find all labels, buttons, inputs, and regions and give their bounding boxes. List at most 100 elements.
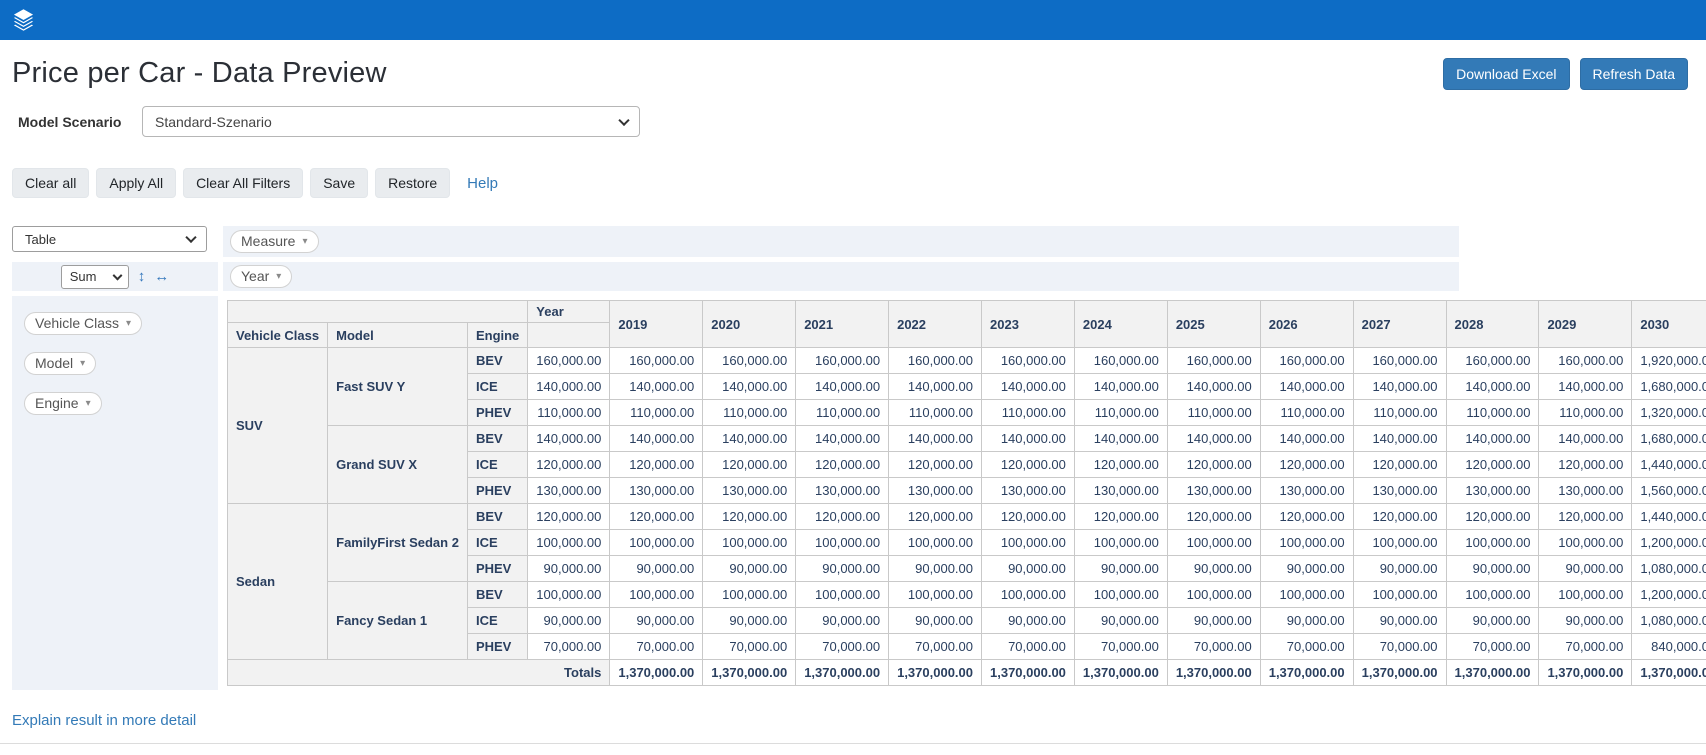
refresh-data-button[interactable]: Refresh Data (1580, 58, 1688, 90)
value-cell: 160,000.00 (1074, 348, 1167, 374)
value-cell: 160,000.00 (528, 348, 610, 374)
value-cell: 90,000.00 (1353, 556, 1446, 582)
value-cell: 100,000.00 (982, 530, 1075, 556)
attribute-pill-year[interactable]: Year▾ (230, 265, 292, 288)
attribute-pill-engine[interactable]: Engine▾ (24, 392, 102, 415)
value-cell: 120,000.00 (982, 452, 1075, 478)
value-cell: 160,000.00 (1539, 348, 1632, 374)
model-scenario-select[interactable]: Standard-Szenario (142, 106, 640, 137)
year-column-header: 2021 (796, 301, 889, 348)
toolbar: Clear allApply AllClear All FiltersSaveR… (12, 168, 1706, 198)
year-column-header: 2019 (610, 301, 703, 348)
value-cell: 140,000.00 (889, 374, 982, 400)
explain-result-link[interactable]: Explain result in more detail (12, 712, 196, 729)
value-cell: 70,000.00 (1167, 634, 1260, 660)
value-cell: 90,000.00 (889, 556, 982, 582)
value-cell: 100,000.00 (1260, 530, 1353, 556)
value-cell: 110,000.00 (1074, 400, 1167, 426)
value-cell: 70,000.00 (1446, 634, 1539, 660)
engine-row-header: ICE (467, 452, 527, 478)
row-total-cell: 1,920,000.00 (1632, 348, 1706, 374)
value-cell: 130,000.00 (610, 478, 703, 504)
value-cell: 140,000.00 (703, 426, 796, 452)
attribute-pill-model[interactable]: Model▾ (24, 352, 96, 375)
value-cell: 110,000.00 (1446, 400, 1539, 426)
help-link[interactable]: Help (467, 175, 498, 192)
column-total-cell: 1,370,000.00 (1167, 660, 1260, 686)
value-cell: 120,000.00 (528, 452, 610, 478)
value-cell: 160,000.00 (889, 348, 982, 374)
value-cell: 90,000.00 (982, 608, 1075, 634)
value-cell: 100,000.00 (982, 582, 1075, 608)
model-row-header: Grand SUV X (328, 426, 468, 504)
toolbar-button-save[interactable]: Save (310, 168, 368, 198)
value-cell: 120,000.00 (889, 504, 982, 530)
column-total-cell: 1,370,000.00 (1074, 660, 1167, 686)
aggregator-select[interactable]: Sum (61, 265, 129, 289)
value-cell: 100,000.00 (1539, 582, 1632, 608)
value-cell: 100,000.00 (796, 582, 889, 608)
value-cell: 100,000.00 (703, 582, 796, 608)
toolbar-button-restore[interactable]: Restore (375, 168, 450, 198)
row-total-cell: 1,080,000.00 (1632, 556, 1706, 582)
value-cell: 120,000.00 (1074, 504, 1167, 530)
row-attributes-list: Vehicle Class ▾ Model▾ Engine▾ (12, 296, 218, 690)
toolbar-button-clear-all[interactable]: Clear all (12, 168, 89, 198)
value-cell: 120,000.00 (1446, 452, 1539, 478)
value-cell: 140,000.00 (528, 374, 610, 400)
attribute-pill-label: Vehicle Class (35, 315, 119, 331)
value-cell: 120,000.00 (1074, 452, 1167, 478)
value-cell: 70,000.00 (1260, 634, 1353, 660)
value-cell: 120,000.00 (703, 504, 796, 530)
value-cell: 140,000.00 (1167, 426, 1260, 452)
value-cell: 140,000.00 (1446, 374, 1539, 400)
value-cell: 70,000.00 (1074, 634, 1167, 660)
attribute-pill-vehicle-class[interactable]: Vehicle Class ▾ (24, 312, 142, 335)
row-total-cell: 1,440,000.00 (1632, 504, 1706, 530)
download-excel-button[interactable]: Download Excel (1443, 58, 1569, 90)
value-cell: 110,000.00 (1539, 400, 1632, 426)
engine-row-header: ICE (467, 608, 527, 634)
attribute-pill-label: Measure (241, 233, 295, 249)
table-row: Fancy Sedan 1BEV100,000.00100,000.00100,… (228, 582, 1706, 608)
engine-row-header: BEV (467, 582, 527, 608)
renderer-select[interactable]: Table (12, 226, 207, 252)
dropdown-triangle-icon: ▾ (126, 318, 131, 329)
value-cell: 120,000.00 (528, 504, 610, 530)
value-cell: 130,000.00 (1446, 478, 1539, 504)
value-cell: 140,000.00 (610, 374, 703, 400)
value-cell: 140,000.00 (1074, 426, 1167, 452)
attribute-pill-measure[interactable]: Measure▾ (230, 230, 319, 253)
column-total-cell: 1,370,000.00 (703, 660, 796, 686)
value-cell: 70,000.00 (1539, 634, 1632, 660)
value-cell: 160,000.00 (1167, 348, 1260, 374)
value-cell: 120,000.00 (1539, 452, 1632, 478)
value-cell: 160,000.00 (610, 348, 703, 374)
value-cell: 90,000.00 (1539, 556, 1632, 582)
value-cell: 130,000.00 (1353, 478, 1446, 504)
column-total-cell: 1,370,000.00 (1539, 660, 1632, 686)
value-cell: 100,000.00 (528, 530, 610, 556)
value-cell: 90,000.00 (528, 556, 610, 582)
toolbar-button-apply-all[interactable]: Apply All (96, 168, 176, 198)
move-values-vertical-arrow-icon[interactable]: ↕ (138, 269, 146, 284)
year-column-header: 2027 (1353, 301, 1446, 348)
value-cell: 160,000.00 (1260, 348, 1353, 374)
year-column-header: 2023 (982, 301, 1075, 348)
value-cell: 130,000.00 (982, 478, 1075, 504)
value-cell: 140,000.00 (528, 426, 610, 452)
layers-logo-icon[interactable] (10, 7, 37, 34)
value-cell: 110,000.00 (1260, 400, 1353, 426)
year-axis-spacer-cell (528, 323, 610, 348)
year-column-header: 2025 (1167, 301, 1260, 348)
value-cell: 110,000.00 (1167, 400, 1260, 426)
value-cell: 90,000.00 (1446, 608, 1539, 634)
value-cell: 140,000.00 (1260, 374, 1353, 400)
totals-row-label: Totals (228, 660, 610, 686)
toolbar-button-clear-all-filters[interactable]: Clear All Filters (183, 168, 303, 198)
engine-row-header: ICE (467, 530, 527, 556)
value-cell: 140,000.00 (1260, 426, 1353, 452)
row-axis-label-vehicle-class: Vehicle Class (228, 323, 328, 348)
move-values-horizontal-arrow-icon[interactable]: ↔ (154, 269, 169, 284)
value-cell: 140,000.00 (610, 426, 703, 452)
